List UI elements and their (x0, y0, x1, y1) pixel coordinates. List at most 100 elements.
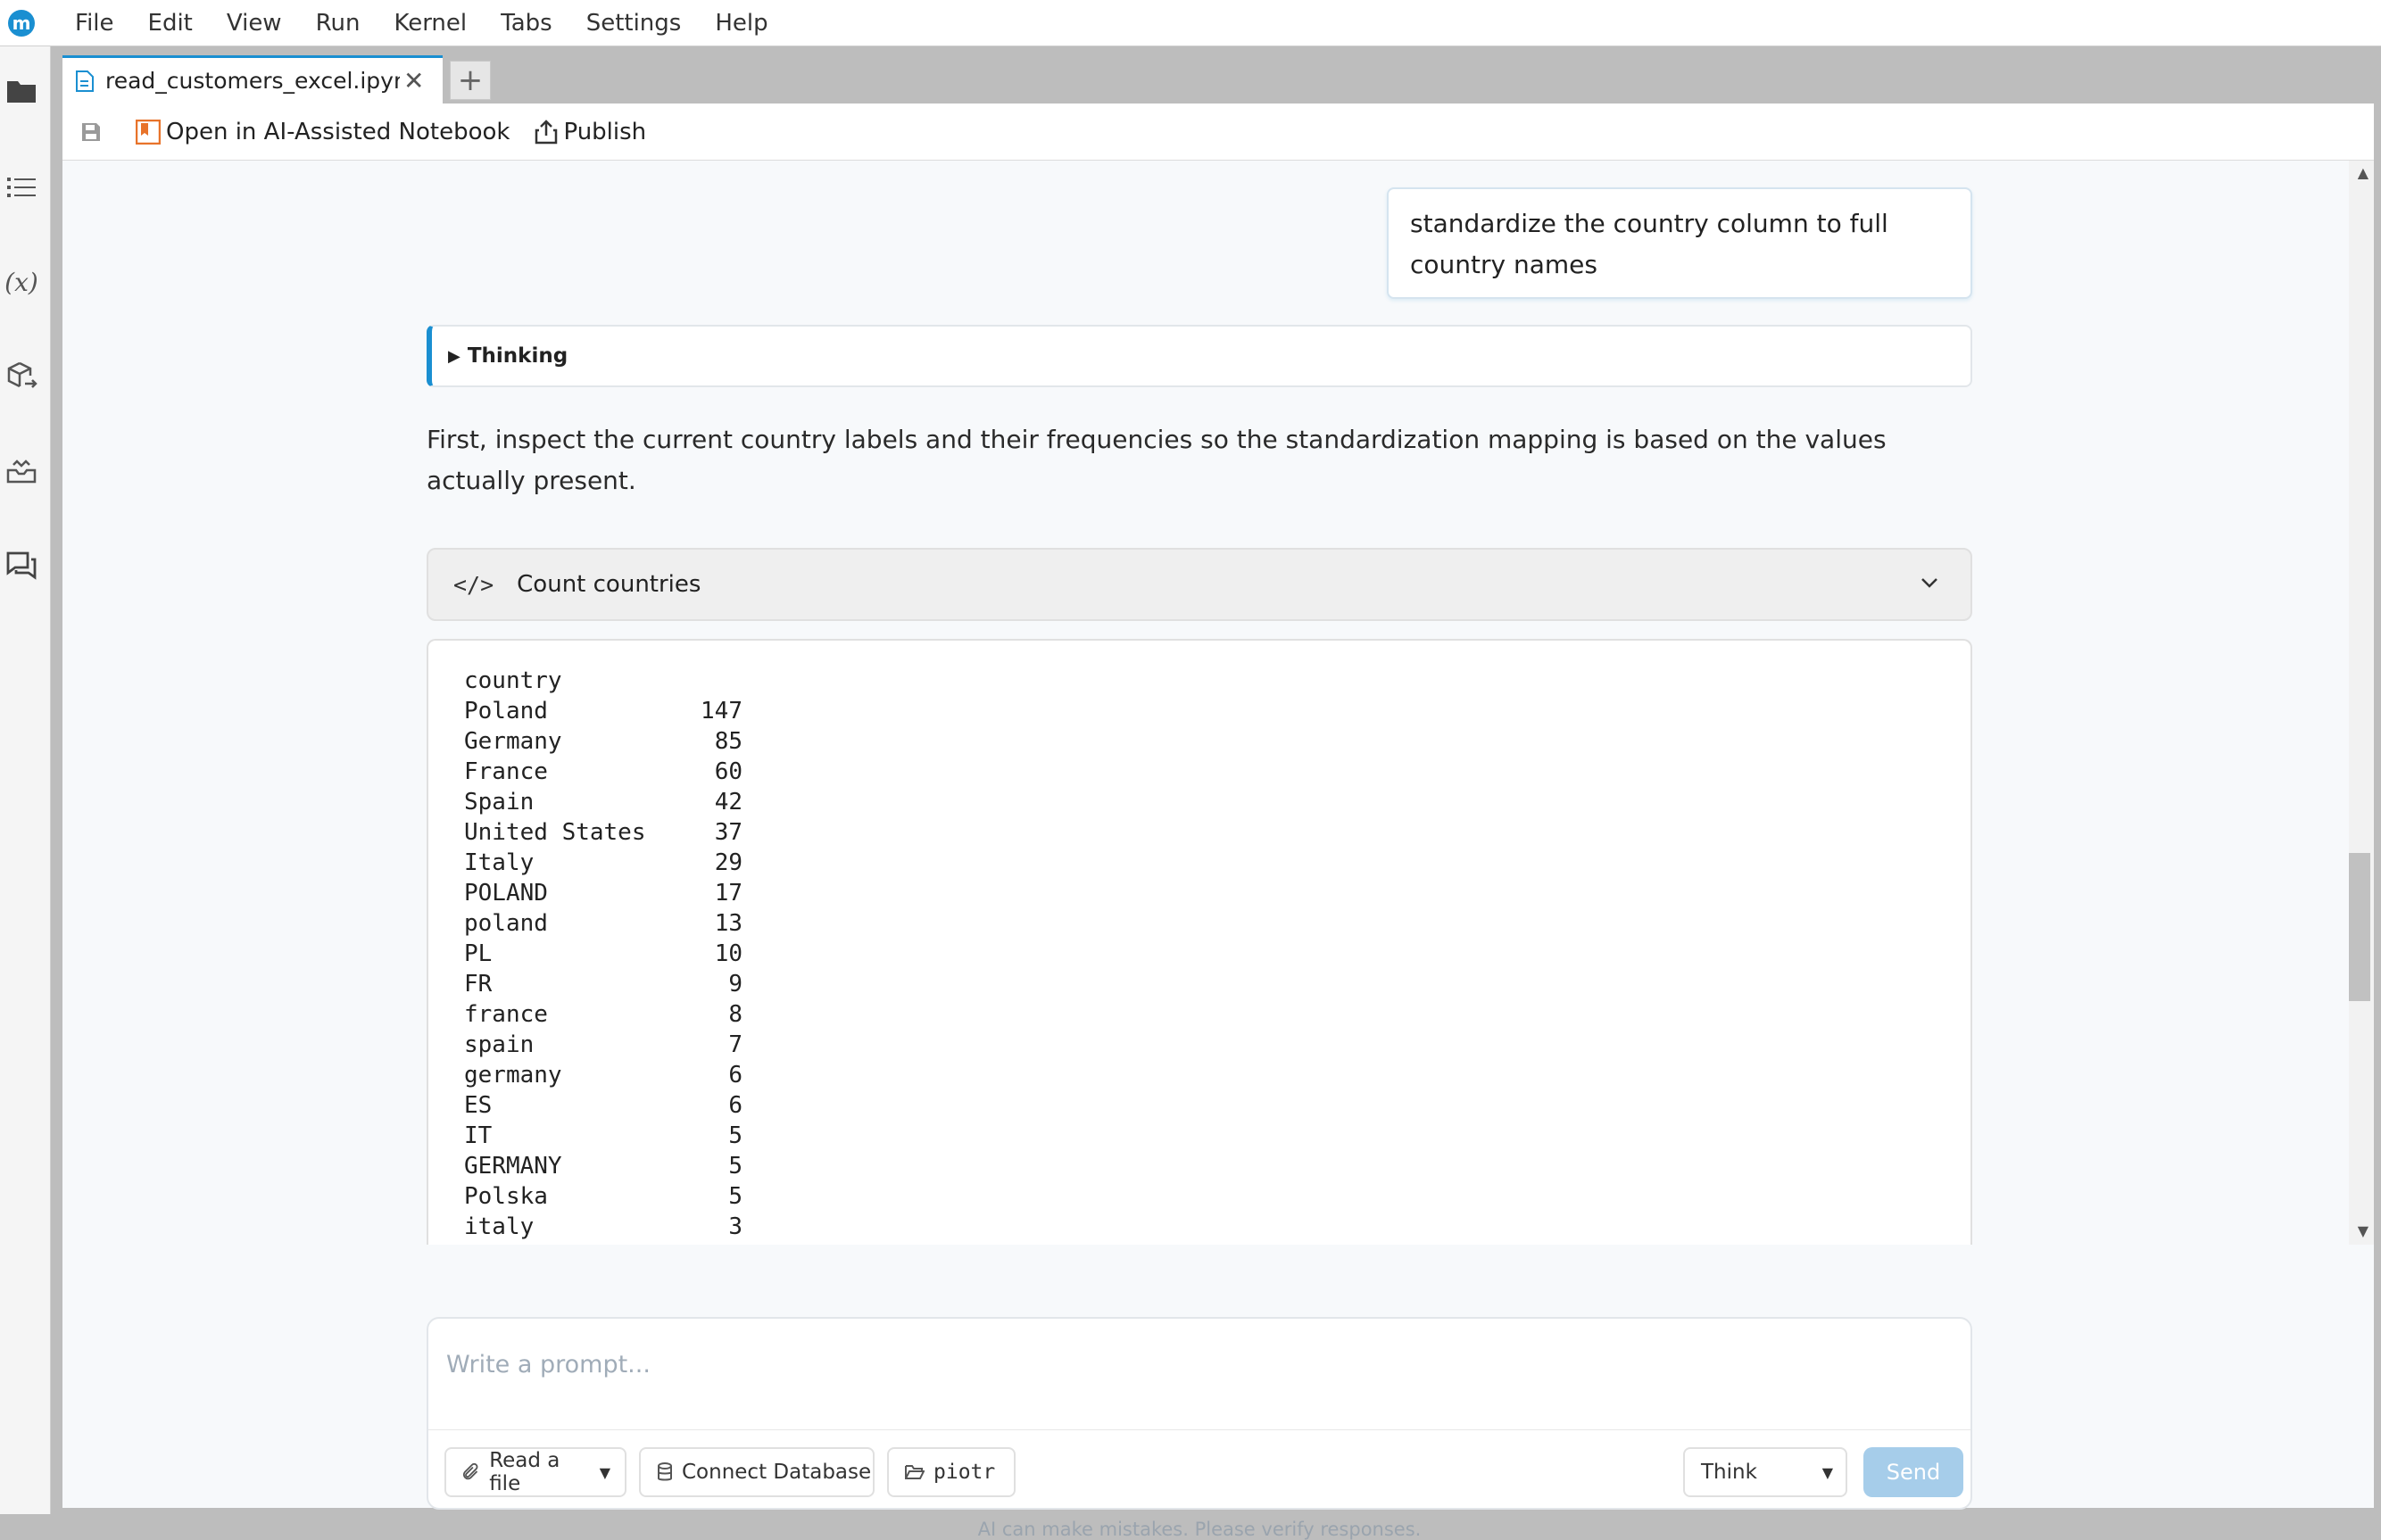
country-name: Italy (464, 849, 535, 876)
output-row: France 60 (464, 757, 1970, 787)
tab-title: read_customers_excel.ipynb (105, 68, 400, 94)
chevron-down-icon[interactable] (1919, 571, 1940, 592)
country-name: italy (464, 1213, 535, 1240)
scroll-thumb[interactable] (2349, 853, 2370, 1001)
output-row: IT 5 (464, 1121, 1970, 1151)
country-count: 29 (714, 849, 743, 876)
open-ai-notebook-button[interactable]: Open in AI-Assisted Notebook (136, 119, 510, 145)
country-count: 8 (728, 1001, 743, 1028)
folder-icon[interactable] (0, 70, 43, 112)
variables-icon[interactable]: (x) (0, 261, 43, 303)
output-row: Poland 147 (464, 696, 1970, 726)
menu-kernel[interactable]: Kernel (377, 10, 484, 37)
country-count: 37 (714, 819, 743, 846)
notebook-file-icon (76, 70, 94, 92)
composer-divider (428, 1429, 1970, 1430)
country-count: 17 (714, 880, 743, 907)
menu-settings[interactable]: Settings (569, 10, 699, 37)
scroll-down-icon[interactable]: ▼ (2358, 1222, 2369, 1239)
country-count: 6 (728, 1092, 743, 1119)
mode-select[interactable]: Think ▼ (1683, 1447, 1847, 1497)
menu-edit[interactable]: Edit (131, 10, 210, 37)
user-message: standardize the country column to full c… (1387, 187, 1972, 299)
database-icon (658, 1462, 672, 1481)
output-row: POLAND 17 (464, 878, 1970, 908)
output-row: GERMANY 5 (464, 1151, 1970, 1181)
scroll-up-icon[interactable]: ▲ (2358, 164, 2369, 181)
country-name: FR (464, 971, 493, 998)
country-name: ES (464, 1092, 493, 1119)
country-count: 147 (701, 698, 743, 724)
code-icon: </> (453, 571, 494, 598)
tab-notebook[interactable]: read_customers_excel.ipynb ✕ (62, 55, 443, 103)
publish-button[interactable]: Publish (535, 119, 646, 145)
menu-view[interactable]: View (210, 10, 299, 37)
folder-selector[interactable]: piotr (887, 1447, 1016, 1497)
read-file-button[interactable]: Read a file ▼ (444, 1447, 626, 1497)
connect-database-button[interactable]: Connect Database (639, 1447, 875, 1497)
country-name: United States (464, 819, 646, 846)
country-count: 5 (728, 1153, 743, 1180)
ai-notebook-icon (136, 119, 161, 145)
country-name: IT (464, 1122, 493, 1149)
send-button[interactable]: Send (1863, 1447, 1963, 1497)
chat-icon[interactable] (0, 544, 43, 587)
publish-label: Publish (563, 118, 647, 145)
output-row: poland 13 (464, 908, 1970, 939)
country-name: Poland (464, 698, 548, 724)
country-name: Spain (464, 789, 535, 816)
code-block-title: Count countries (517, 571, 701, 598)
country-count: 5 (728, 1122, 743, 1149)
add-tab-button[interactable]: + (450, 61, 491, 100)
folder-open-icon (905, 1465, 925, 1479)
output-row: ES 6 (464, 1090, 1970, 1121)
output-row: spain 7 (464, 1030, 1970, 1060)
inbox-icon[interactable] (0, 450, 43, 493)
connect-database-label: Connect Database (682, 1461, 872, 1484)
thinking-toggle[interactable]: ▶ Thinking (427, 325, 1972, 387)
country-count: 6 (728, 1062, 743, 1089)
code-output: country Poland 147 Germany 85 France 60 Spain 4… (427, 639, 1972, 1245)
country-name: poland (464, 910, 548, 937)
prompt-input[interactable] (444, 1337, 1947, 1392)
output-row: PL 10 (464, 939, 1970, 969)
menu-tabs[interactable]: Tabs (484, 10, 569, 37)
output-row: Polska 5 (464, 1181, 1970, 1212)
save-icon[interactable] (80, 121, 102, 143)
ai-disclaimer: AI can make mistakes. Please verify resp… (977, 1519, 1422, 1540)
paperclip-icon (462, 1462, 478, 1480)
menu-file[interactable]: File (58, 10, 131, 37)
vertical-scrollbar[interactable]: ▲ ▼ (2349, 161, 2374, 1245)
output-row: france 8 (464, 999, 1970, 1030)
open-ai-notebook-label: Open in AI-Assisted Notebook (166, 118, 510, 145)
country-name: spain (464, 1031, 535, 1058)
close-icon[interactable]: ✕ (403, 66, 424, 95)
country-count: 42 (714, 789, 743, 816)
thinking-label: Thinking (467, 344, 568, 368)
country-name: Polska (464, 1183, 548, 1210)
left-sidebar: (x) (0, 46, 51, 1514)
assistant-message: First, inspect the current country label… (427, 425, 1887, 495)
country-count: 85 (714, 728, 743, 755)
chat-content: standardize the country column to full c… (62, 161, 2374, 1540)
country-count: 9 (728, 971, 743, 998)
output-row: Spain 42 (464, 787, 1970, 817)
package-icon[interactable] (0, 355, 43, 398)
country-name: Germany (464, 728, 562, 755)
caret-down-icon: ▼ (1821, 1463, 1833, 1481)
app-logo-icon: m (8, 9, 35, 37)
country-name: germany (464, 1062, 562, 1089)
menu-help[interactable]: Help (698, 10, 784, 37)
menu-run[interactable]: Run (299, 10, 377, 37)
country-count: 7 (728, 1031, 743, 1058)
output-row: germany 6 (464, 1060, 1970, 1090)
caret-down-icon: ▼ (599, 1463, 610, 1481)
code-block-header[interactable]: </> Count countries (427, 548, 1972, 621)
mode-value: Think (1701, 1461, 1757, 1484)
output-row: FR 9 (464, 969, 1970, 999)
workspace: read_customers_excel.ipynb ✕ + Open in A… (62, 46, 2374, 1540)
list-icon[interactable] (0, 166, 43, 209)
country-name: france (464, 1001, 548, 1028)
country-name: France (464, 758, 548, 785)
share-icon (535, 119, 558, 144)
